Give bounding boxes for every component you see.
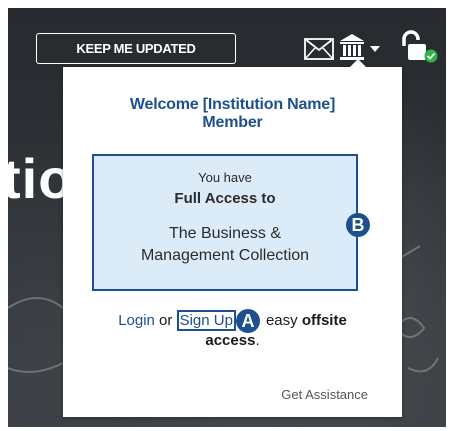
callout-a-badge: A <box>236 309 260 333</box>
access-status-box: You have Full Access to The Business & M… <box>92 154 358 291</box>
callout-b-badge: B <box>346 213 370 237</box>
welcome-message: Welcome [Institution Name] Member <box>63 96 402 132</box>
collection-name: The Business & Management Collection <box>94 223 356 267</box>
chevron-down-icon[interactable] <box>370 46 380 52</box>
login-link[interactable]: Login <box>118 312 155 329</box>
or-text: or <box>154 312 177 329</box>
full-access-text: Full Access to <box>174 190 276 207</box>
you-have-text: You have <box>198 170 252 185</box>
easy-text: easy <box>265 312 298 329</box>
collection-line-2: Management Collection <box>140 247 310 264</box>
offsite-text: offsite <box>301 312 347 329</box>
welcome-line-1: Welcome [Institution Name] <box>129 96 336 113</box>
popup-caret <box>350 59 366 67</box>
institution-access-popup: Welcome [Institution Name] Member You ha… <box>63 59 402 417</box>
check-badge-icon <box>424 49 438 63</box>
collection-line-1: The Business & <box>168 225 282 242</box>
envelope-icon[interactable] <box>304 38 334 60</box>
get-assistance-link[interactable]: Get Assistance <box>281 387 368 402</box>
institution-icon[interactable] <box>338 32 366 62</box>
period-text: . <box>255 332 260 349</box>
sign-up-link[interactable]: Sign Up <box>176 310 236 331</box>
page-frame: tio KEEP ME UPDATED Welcome [Institution… <box>8 8 446 427</box>
keep-me-updated-button[interactable]: KEEP ME UPDATED <box>36 33 236 64</box>
access-text: access <box>205 332 256 349</box>
welcome-line-2: Member <box>202 114 263 131</box>
login-signup-line: Login or Sign Up easy offsite access. <box>63 310 402 351</box>
